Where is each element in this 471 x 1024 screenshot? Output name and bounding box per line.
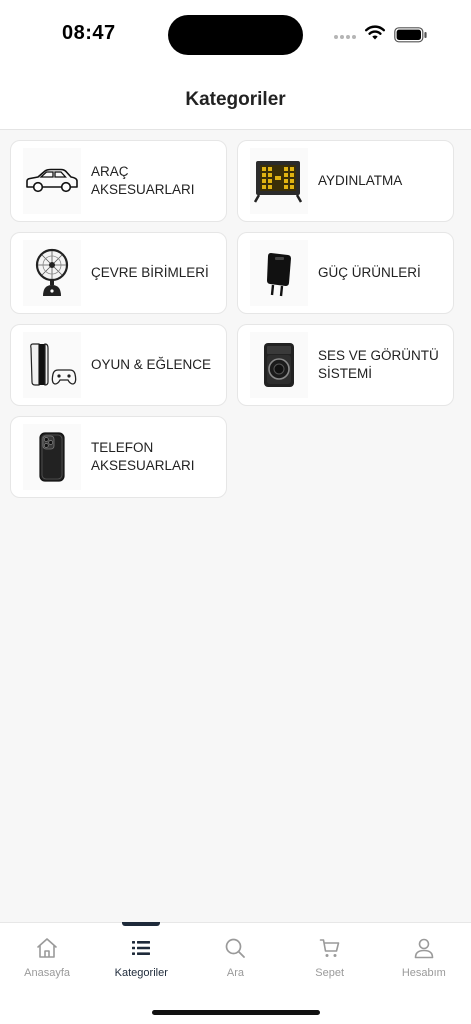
desk-fan-icon	[23, 240, 81, 306]
category-label: OYUN & EĞLENCE	[91, 357, 212, 372]
cart-icon	[317, 935, 343, 961]
tab-kategoriler[interactable]: Kategoriler	[94, 935, 188, 979]
wall-charger-icon	[250, 240, 308, 306]
category-card-guc-urunleri[interactable]: GÜÇ ÜRÜNLERİ	[237, 232, 454, 314]
header: Kategoriler	[0, 70, 471, 130]
game-console-icon	[23, 332, 81, 398]
category-label: SES VE GÖRÜNTÜ SİSTEMİ	[318, 348, 439, 381]
battery-icon	[394, 27, 427, 43]
category-label: ÇEVRE BİRİMLERİ	[91, 265, 209, 280]
page-title: Kategoriler	[185, 88, 286, 110]
cellular-signal-icon	[334, 35, 356, 39]
home-icon	[34, 935, 60, 961]
category-card-ses-ve-goruntu-sistemi[interactable]: SES VE GÖRÜNTÜ SİSTEMİ	[237, 324, 454, 406]
category-card-oyun-eglence[interactable]: OYUN & EĞLENCE	[10, 324, 227, 406]
tab-hesabim[interactable]: Hesabım	[377, 935, 471, 979]
category-card-arac-aksesuarlari[interactable]: ARAÇ AKSESUARLARI	[10, 140, 227, 222]
category-label: GÜÇ ÜRÜNLERİ	[318, 265, 421, 280]
speaker-icon	[250, 332, 308, 398]
phone-case-icon	[23, 424, 81, 490]
tab-label: Anasayfa	[24, 967, 71, 979]
category-label: TELEFON AKSESUARLARI	[91, 440, 195, 473]
search-icon	[222, 935, 248, 961]
status-bar: 08:47	[0, 0, 471, 70]
tab-label: Sepet	[315, 967, 345, 979]
tab-label: Kategoriler	[114, 967, 168, 979]
tab-anasayfa[interactable]: Anasayfa	[0, 935, 94, 979]
floodlight-icon	[250, 148, 308, 214]
category-label: ARAÇ AKSESUARLARI	[91, 164, 195, 197]
tab-sepet[interactable]: Sepet	[283, 935, 377, 979]
list-icon	[128, 935, 154, 961]
user-icon	[411, 935, 437, 961]
category-card-aydinlatma[interactable]: AYDINLATMA	[237, 140, 454, 222]
category-label: AYDINLATMA	[318, 173, 403, 188]
tab-ara[interactable]: Ara	[188, 935, 282, 979]
category-card-cevre-birimleri[interactable]: ÇEVRE BİRİMLERİ	[10, 232, 227, 314]
home-indicator	[152, 1010, 320, 1015]
status-time: 08:47	[62, 22, 116, 44]
dynamic-island	[168, 15, 303, 55]
tab-bar: Anasayfa Kategoriler Ara Sepet Hesabım	[0, 922, 471, 1024]
tab-label: Hesabım	[401, 967, 446, 979]
active-tab-indicator	[122, 922, 160, 926]
wifi-icon	[365, 25, 385, 40]
category-grid: ARAÇ AKSESUARLARI AYDINLATMA ÇEVRE BİRİM…	[10, 140, 455, 498]
category-card-telefon-aksesuarlari[interactable]: TELEFON AKSESUARLARI	[10, 416, 227, 498]
tab-label: Ara	[226, 967, 245, 979]
car-icon	[23, 148, 81, 214]
